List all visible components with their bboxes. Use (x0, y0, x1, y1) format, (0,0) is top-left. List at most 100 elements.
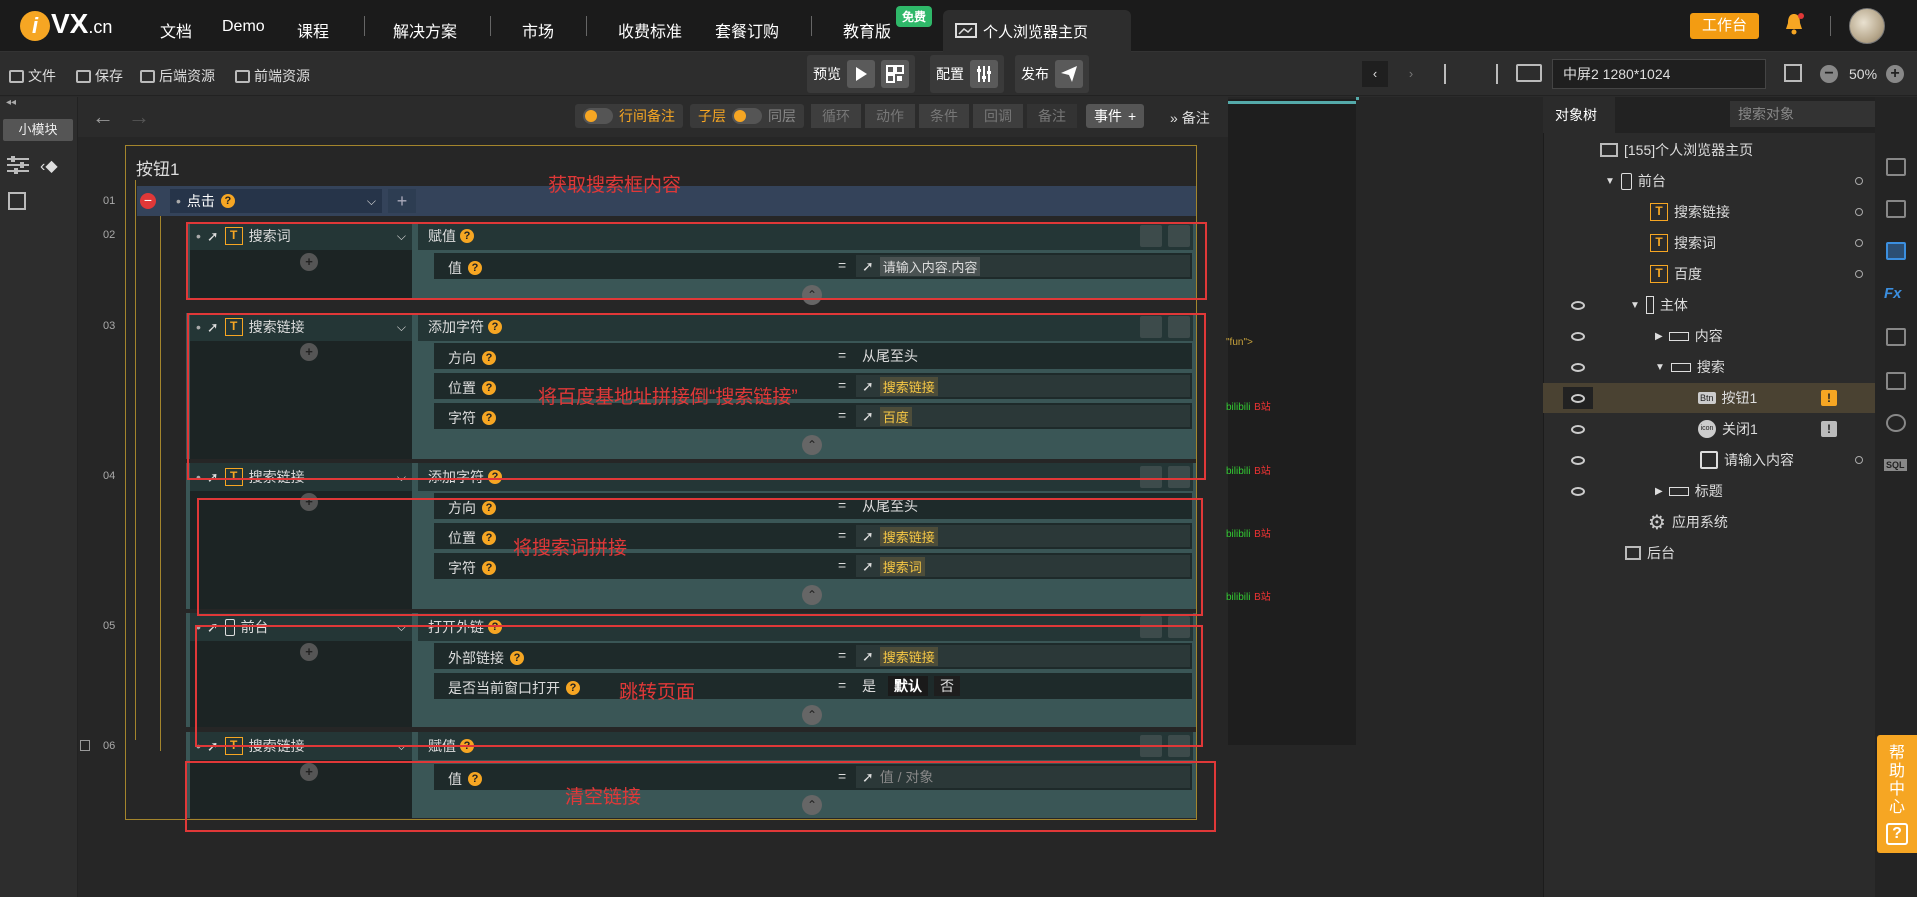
chevrons-icon: » (1170, 110, 1178, 126)
tab-note[interactable]: 备注 (1027, 104, 1077, 128)
screen-size-select[interactable]: 中屏2 1280*1024 (1552, 59, 1766, 89)
nav-courses[interactable]: 课程 (297, 18, 329, 42)
save-button[interactable]: 保存 (76, 66, 123, 86)
copy-icon[interactable] (1886, 328, 1906, 346)
eye-icon[interactable] (1571, 456, 1585, 465)
tree-node-main[interactable]: ▼ 主体 (1543, 290, 1875, 320)
eye-icon[interactable] (1571, 487, 1585, 496)
collapse-icon[interactable]: ◂◂ (6, 97, 16, 108)
trigger-select[interactable]: • 点击 ? ⌵ (170, 189, 382, 213)
event-marker-icon[interactable]: ! (1821, 421, 1837, 437)
add-event-button[interactable]: 事件 + (1086, 104, 1145, 128)
tab-page[interactable]: 个人浏览器主页 (943, 10, 1131, 52)
eye-icon[interactable] (1571, 301, 1585, 310)
publish-button[interactable] (1055, 60, 1083, 88)
publish-label: 发布 (1021, 66, 1049, 82)
tree-node-backend[interactable]: 后台 (1543, 538, 1875, 568)
small-module-button[interactable]: 小模块 (3, 119, 73, 141)
undo-arrow-icon[interactable]: ← (92, 104, 114, 130)
eye-icon[interactable] (1571, 332, 1585, 341)
forward-arrow-icon[interactable]: › (1398, 61, 1424, 87)
bell-icon[interactable] (1783, 12, 1805, 36)
code-snippet: "fun"> (1226, 337, 1253, 348)
tree-node-frontend[interactable]: ▼ 前台 (1543, 166, 1875, 196)
function-icon[interactable]: Fx (1884, 285, 1902, 302)
screenshot-icon[interactable] (1784, 64, 1802, 82)
eye-icon[interactable] (1571, 394, 1585, 403)
swap-icon[interactable] (1886, 372, 1906, 390)
visibility-dot[interactable] (1855, 208, 1863, 216)
info-panel-icon[interactable] (1886, 158, 1906, 176)
tree-node-search[interactable]: ▼ 搜索 (1543, 352, 1875, 382)
style-panel-icon[interactable] (1886, 200, 1906, 218)
help-icon[interactable]: ? (220, 194, 235, 208)
frontend-resources[interactable]: 前端资源 (235, 66, 310, 86)
object-search-input[interactable]: 搜索对象 (1730, 101, 1884, 127)
config-label: 配置 (936, 66, 964, 82)
redo-arrow-icon[interactable]: → (128, 104, 150, 130)
tab-page-label: 个人浏览器主页 (983, 23, 1089, 41)
tree-node-search-word[interactable]: T 搜索词 (1543, 228, 1875, 258)
zoom-in-icon[interactable]: + (1886, 65, 1904, 83)
ivx-logo[interactable]: i VX.cn (20, 8, 112, 41)
nav-market[interactable]: 市场 (522, 18, 554, 42)
component-diamond-icon[interactable]: ‹◆ (40, 156, 58, 176)
inspect-icon[interactable] (8, 192, 26, 210)
page-icon (1600, 143, 1618, 157)
child-layer-label: 子层 (698, 108, 726, 124)
back-arrow-icon[interactable]: ‹ (1362, 61, 1388, 87)
align-left-icon[interactable] (1444, 64, 1464, 84)
visibility-dot[interactable] (1855, 270, 1863, 278)
add-trigger-button[interactable]: + (388, 189, 416, 213)
layer-toggle[interactable]: 子层 同层 (690, 104, 804, 128)
settings-sliders-icon[interactable] (6, 155, 30, 175)
node-label: 请输入内容 (1724, 452, 1794, 468)
note-button[interactable]: » 备注 (1170, 108, 1210, 128)
trash-icon[interactable] (80, 740, 90, 751)
nav-pricing[interactable]: 收费标准 (618, 18, 682, 42)
avatar[interactable] (1849, 8, 1885, 44)
tree-node-search-link[interactable]: T 搜索链接 (1543, 197, 1875, 227)
eye-icon[interactable] (1571, 363, 1585, 372)
tree-node-content[interactable]: ▶ 内容 (1543, 321, 1875, 351)
nav-solutions[interactable]: 解决方案 (393, 18, 457, 42)
tree-node-input[interactable]: 请输入内容 (1543, 445, 1875, 475)
tab-callback[interactable]: 回调 (973, 104, 1023, 128)
eye-icon[interactable] (1571, 425, 1585, 434)
tree-node-app-system[interactable]: ⚙ 应用系统 (1543, 507, 1875, 537)
backend-resources[interactable]: 后端资源 (140, 66, 215, 86)
tab-action[interactable]: 动作 (865, 104, 915, 128)
remove-trigger-icon[interactable]: − (140, 193, 156, 209)
config-button[interactable] (970, 60, 998, 88)
nav-packages[interactable]: 套餐订购 (715, 18, 779, 42)
file-menu[interactable]: 文件 (9, 66, 56, 86)
help-center-button[interactable]: 帮助中心? (1877, 735, 1917, 853)
tab-condition[interactable]: 条件 (919, 104, 969, 128)
sql-icon[interactable]: SQL (1884, 459, 1907, 471)
event-panel-icon[interactable] (1886, 242, 1906, 260)
nav-demo[interactable]: Demo (222, 18, 265, 36)
tree-node-title[interactable]: ▶ 标题 (1543, 476, 1875, 506)
zoom-out-icon[interactable]: − (1820, 65, 1838, 83)
tree-node-baidu[interactable]: T 百度 (1543, 259, 1875, 289)
qr-button[interactable] (881, 60, 909, 88)
visibility-dot[interactable] (1855, 239, 1863, 247)
align-distribute-icon[interactable] (1478, 64, 1498, 84)
visibility-dot[interactable] (1855, 177, 1863, 185)
node-label: 搜索词 (1674, 235, 1716, 251)
button-component-icon: Btn (1698, 392, 1716, 404)
play-button[interactable] (847, 60, 875, 88)
left-sidebar: ◂◂ 小模块 ‹◆ (0, 97, 78, 897)
data-icon[interactable] (1886, 414, 1906, 432)
tab-loop[interactable]: 循环 (811, 104, 861, 128)
code-snippet: bilibili B站 (1226, 402, 1271, 413)
device-screen-icon[interactable] (1516, 64, 1542, 82)
tree-node-root[interactable]: [155]个人浏览器主页 (1543, 135, 1875, 165)
tab-object-tree[interactable]: 对象树 (1543, 97, 1615, 133)
visibility-dot[interactable] (1855, 456, 1863, 464)
workbench-button[interactable]: 工作台 (1690, 13, 1760, 39)
row-note-toggle[interactable]: 行间备注 (575, 104, 683, 128)
event-marker-icon[interactable]: ! (1821, 390, 1837, 406)
nav-education[interactable]: 教育版 (843, 18, 891, 42)
nav-docs[interactable]: 文档 (160, 18, 192, 42)
